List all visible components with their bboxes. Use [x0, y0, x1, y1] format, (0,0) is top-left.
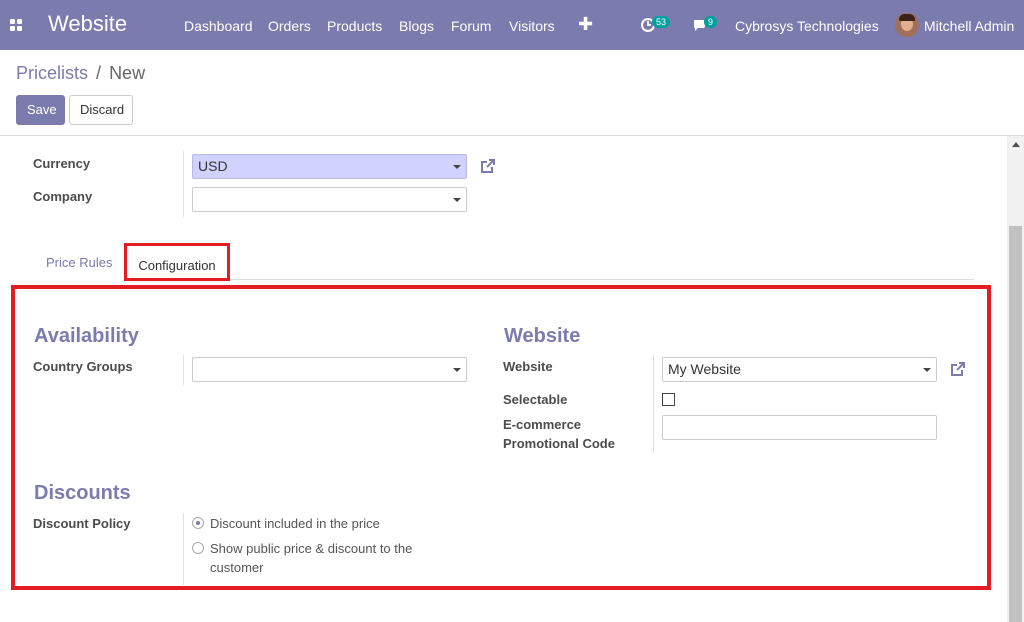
company-select[interactable]: [192, 187, 467, 212]
chevron-down-icon: [453, 368, 461, 372]
availability-title: Availability: [34, 325, 139, 347]
app-title[interactable]: Website: [48, 11, 127, 37]
external-link-icon[interactable]: [949, 360, 967, 378]
field-separator: [183, 355, 184, 385]
discount-included-label[interactable]: Discount included in the price: [210, 514, 380, 533]
company-label: Company: [33, 189, 93, 204]
menu-dashboard[interactable]: Dashboard: [184, 18, 253, 34]
chevron-down-icon: [453, 198, 461, 202]
breadcrumb-pricelists-link[interactable]: Pricelists: [16, 63, 88, 83]
external-link-icon[interactable]: [479, 157, 497, 175]
discount-policy-label: Discount Policy: [33, 516, 131, 531]
menu-products[interactable]: Products: [327, 18, 382, 34]
top-navbar: Website Dashboard Orders Products Blogs …: [0, 0, 1024, 50]
company-switcher[interactable]: Cybrosys Technologies: [735, 18, 879, 34]
user-menu[interactable]: Mitchell Admin: [924, 18, 1014, 34]
menu-blogs[interactable]: Blogs: [399, 18, 434, 34]
breadcrumb-current: New: [109, 63, 146, 83]
tab-configuration[interactable]: Configuration: [124, 243, 230, 281]
currency-value: USD: [198, 158, 228, 174]
menu-orders[interactable]: Orders: [268, 18, 311, 34]
public-price-discount-label-line1[interactable]: Show public price & discount to the: [210, 539, 412, 558]
save-button[interactable]: Save: [16, 95, 65, 125]
user-avatar[interactable]: [895, 13, 919, 37]
scrollbar-thumb[interactable]: [1009, 226, 1022, 622]
breadcrumb: Pricelists / New: [16, 63, 145, 84]
field-separator: [183, 151, 184, 217]
promo-code-label-line2: Promotional Code: [503, 436, 615, 451]
vertical-scrollbar[interactable]: [1007, 136, 1024, 622]
tab-price-rules[interactable]: Price Rules: [32, 243, 126, 281]
activity-badge: 53: [652, 16, 671, 28]
selectable-checkbox[interactable]: [662, 393, 675, 406]
country-groups-label: Country Groups: [33, 359, 133, 374]
public-price-discount-label-line2[interactable]: customer: [210, 558, 263, 577]
tabs-divider: [230, 279, 974, 280]
chevron-down-icon: [923, 368, 931, 372]
currency-label: Currency: [33, 156, 91, 171]
messages-badge: 9: [704, 16, 718, 28]
discounts-title: Discounts: [34, 482, 131, 504]
breadcrumb-separator: /: [96, 63, 102, 83]
discard-button[interactable]: Discard: [69, 95, 133, 125]
website-section-title: Website: [504, 325, 581, 347]
website-value: My Website: [668, 361, 741, 377]
website-label: Website: [503, 359, 553, 374]
promo-code-label-line1: E-commerce: [503, 417, 582, 432]
scroll-up-arrow-icon[interactable]: [1012, 142, 1020, 147]
public-price-discount-radio[interactable]: [192, 542, 204, 554]
promo-code-input[interactable]: [662, 415, 937, 440]
website-select[interactable]: My Website: [662, 357, 937, 382]
selectable-label: Selectable: [503, 392, 568, 407]
plus-icon[interactable]: ✚: [578, 14, 593, 35]
control-panel-divider: [0, 135, 1024, 136]
field-separator: [653, 355, 654, 452]
menu-forum[interactable]: Forum: [451, 18, 491, 34]
field-separator: [183, 513, 184, 585]
chevron-down-icon: [453, 165, 461, 169]
discount-included-radio[interactable]: [192, 517, 204, 529]
apps-menu-icon[interactable]: [10, 19, 22, 31]
currency-select[interactable]: USD: [192, 154, 467, 179]
country-groups-select[interactable]: [192, 357, 467, 382]
menu-visitors[interactable]: Visitors: [509, 18, 555, 34]
